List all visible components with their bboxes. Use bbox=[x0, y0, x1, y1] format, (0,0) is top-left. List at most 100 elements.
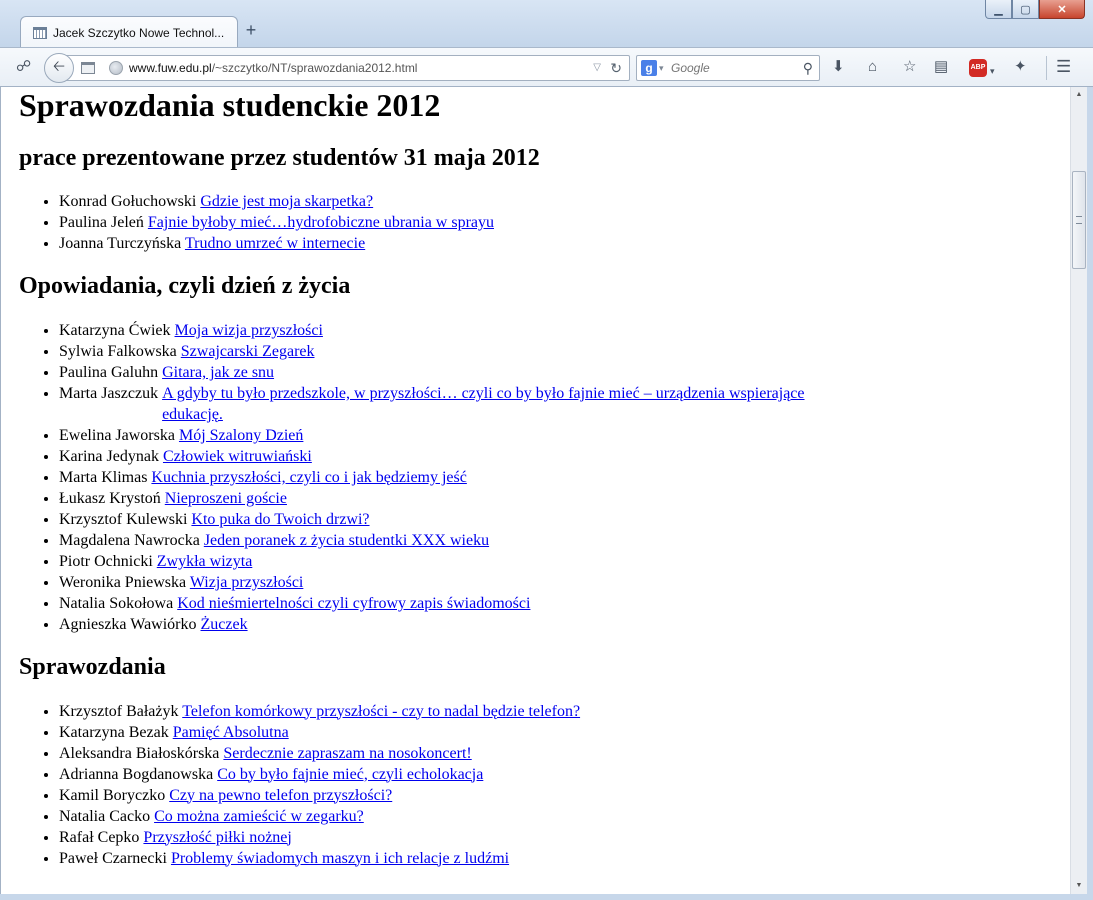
report-link[interactable]: Wizja przyszłości bbox=[190, 574, 304, 591]
report-link[interactable]: Żuczek bbox=[201, 616, 248, 633]
report-link[interactable]: Jeden poranek z życia studentki XXX wiek… bbox=[204, 532, 489, 549]
list-item: Sylwia Falkowska Szwajcarski Zegarek bbox=[59, 341, 1059, 362]
university-icon bbox=[33, 26, 47, 39]
report-link[interactable]: Moja wizja przyszłości bbox=[175, 322, 323, 339]
report-link[interactable]: Gdzie jest moja skarpetka? bbox=[200, 193, 373, 210]
list-item: Rafał Cepko Przyszłość piłki nożnej bbox=[59, 827, 1059, 848]
report-link[interactable]: Kto puka do Twoich drzwi? bbox=[191, 511, 369, 528]
scroll-thumb[interactable] bbox=[1072, 171, 1086, 269]
report-link[interactable]: Kod nieśmiertelności czyli cyfrowy zapis… bbox=[177, 595, 530, 612]
report-link[interactable]: Nieproszeni goście bbox=[165, 490, 287, 507]
home-icon[interactable]: ⌂ bbox=[868, 58, 877, 76]
student-name: Joanna Turczyńska bbox=[59, 235, 182, 253]
report-link[interactable]: Trudno umrzeć w internecie bbox=[185, 235, 365, 252]
report-link[interactable]: A gdyby tu było przedszkole, w przyszłoś… bbox=[162, 383, 812, 425]
url-bar[interactable]: www.fuw.edu.pl/~szczytko/NT/sprawozdania… bbox=[58, 55, 630, 81]
student-name: Natalia Sokołowa bbox=[59, 594, 174, 612]
url-host: www.fuw.edu.pl bbox=[129, 61, 212, 75]
sections: prace prezentowane przez studentów 31 ma… bbox=[19, 145, 1059, 869]
pocket-icon[interactable]: ✦ bbox=[1014, 58, 1027, 76]
report-list: Katarzyna Ćwiek Moja wizja przyszłości Sy… bbox=[19, 320, 1059, 635]
list-item: Kamil Boryczko Czy na pewno telefon przy… bbox=[59, 785, 1059, 806]
maximize-button[interactable]: ▢ bbox=[1012, 0, 1039, 19]
student-name: Agnieszka Wawiórko bbox=[59, 615, 197, 633]
list-item: Paulina Jeleń Fajnie byłoby mieć…hydrofo… bbox=[59, 212, 1059, 233]
report-link[interactable]: Co by było fajnie mieć, czyli echolokacj… bbox=[217, 766, 483, 783]
list-item: Łukasz Krystoń Nieproszeni goście bbox=[59, 488, 1059, 509]
student-name: Katarzyna Bezak bbox=[59, 723, 169, 741]
reading-list-icon[interactable]: ▤ bbox=[934, 58, 948, 76]
report-list: Konrad Gołuchowski Gdzie jest moja skarp… bbox=[19, 191, 1059, 254]
vertical-scrollbar[interactable]: ▲ ▼ bbox=[1070, 87, 1087, 894]
new-tab-button[interactable]: + bbox=[242, 20, 260, 41]
back-button[interactable]: 🡠 bbox=[44, 53, 74, 83]
list-item: Aleksandra Białoskórska Serdecznie zapra… bbox=[59, 743, 1059, 764]
student-name: Piotr Ochnicki bbox=[59, 552, 153, 570]
globe-icon[interactable] bbox=[109, 61, 123, 75]
url-text[interactable]: www.fuw.edu.pl/~szczytko/NT/sprawozdania… bbox=[129, 56, 417, 80]
student-name: Marta Jaszczuk bbox=[59, 384, 159, 402]
url-path: /~szczytko/NT/sprawozdania2012.html bbox=[211, 61, 418, 75]
report-link[interactable]: Szwajcarski Zegarek bbox=[181, 343, 315, 360]
download-icon[interactable]: ⬇ bbox=[832, 58, 845, 76]
page-viewport: Sprawozdania studenckie 2012 prace preze… bbox=[0, 87, 1070, 894]
report-link[interactable]: Telefon komórkowy przyszłości - czy to n… bbox=[182, 703, 580, 720]
section-heading: Sprawozdania bbox=[19, 653, 166, 680]
search-input[interactable] bbox=[671, 59, 791, 77]
list-item: Natalia Sokołowa Kod nieśmiertelności cz… bbox=[59, 593, 1059, 614]
adblock-icon[interactable]: ABP bbox=[969, 59, 987, 77]
minimize-button[interactable]: ▁ bbox=[985, 0, 1012, 19]
list-item: Karina Jedynak Człowiek witruwiański bbox=[59, 446, 1059, 467]
student-name: Karina Jedynak bbox=[59, 447, 159, 465]
student-name: Aleksandra Białoskórska bbox=[59, 744, 220, 762]
report-link[interactable]: Człowiek witruwiański bbox=[163, 448, 312, 465]
student-name: Magdalena Nawrocka bbox=[59, 531, 200, 549]
student-name: Adrianna Bogdanowska bbox=[59, 765, 214, 783]
search-icon[interactable]: ⚲ bbox=[803, 56, 813, 80]
reload-icon[interactable]: ↻ bbox=[610, 56, 622, 80]
page-content: Sprawozdania studenckie 2012 prace preze… bbox=[19, 87, 1059, 885]
list-item: Marta Jaszczuk A gdyby tu było przedszko… bbox=[59, 383, 1059, 425]
report-link[interactable]: Gitara, jak ze snu bbox=[162, 364, 274, 381]
section-heading: prace prezentowane przez studentów 31 ma… bbox=[19, 144, 540, 171]
google-icon[interactable]: g bbox=[641, 60, 657, 76]
chevron-down-icon[interactable]: ▾ bbox=[659, 56, 664, 80]
window-controls: ▁ ▢ ✕ bbox=[985, 0, 1085, 19]
report-link[interactable]: Problemy świadomych maszyn i ich relacje… bbox=[171, 850, 509, 867]
student-name: Natalia Cacko bbox=[59, 807, 151, 825]
student-name: Łukasz Krystoń bbox=[59, 489, 161, 507]
report-link[interactable]: Mój Szalony Dzień bbox=[179, 427, 303, 444]
section-heading: Opowiadania, czyli dzień z życia bbox=[19, 273, 351, 300]
social-icon[interactable]: ☍ bbox=[16, 58, 31, 76]
chevron-down-icon[interactable]: ▾ bbox=[990, 62, 995, 80]
list-item: Ewelina Jaworska Mój Szalony Dzień bbox=[59, 425, 1059, 446]
list-item: Paweł Czarnecki Problemy świadomych masz… bbox=[59, 848, 1059, 869]
report-link[interactable]: Kuchnia przyszłości, czyli co i jak będz… bbox=[151, 469, 466, 486]
history-icon[interactable] bbox=[81, 62, 95, 74]
title-bar: ▁ ▢ ✕ Jacek Szczytko Nowe Technol... + bbox=[0, 0, 1093, 48]
student-name: Katarzyna Ćwiek bbox=[59, 321, 171, 339]
report-link[interactable]: Co można zamieścić w zegarku? bbox=[154, 808, 364, 825]
student-name: Ewelina Jaworska bbox=[59, 426, 175, 444]
report-link[interactable]: Serdecznie zapraszam na nosokoncert! bbox=[223, 745, 471, 762]
report-link[interactable]: Fajnie byłoby mieć…hydrofobiczne ubrania… bbox=[148, 214, 494, 231]
list-item: Agnieszka Wawiórko Żuczek bbox=[59, 614, 1059, 635]
page-title: Sprawozdania studenckie 2012 bbox=[19, 87, 441, 123]
report-link[interactable]: Czy na pewno telefon przyszłości? bbox=[169, 787, 392, 804]
bookmark-star-icon[interactable]: ☆ bbox=[903, 58, 916, 76]
student-name: Krzysztof Kulewski bbox=[59, 510, 188, 528]
report-list: Krzysztof Bałażyk Telefon komórkowy przy… bbox=[19, 701, 1059, 869]
menu-icon[interactable]: ☰ bbox=[1056, 58, 1071, 76]
student-name: Marta Klimas bbox=[59, 468, 148, 486]
back-icon: 🡠 bbox=[52, 57, 66, 75]
report-link[interactable]: Zwykła wizyta bbox=[157, 553, 253, 570]
report-link[interactable]: Przyszłość piłki nożnej bbox=[143, 829, 291, 846]
student-name: Weronika Pniewska bbox=[59, 573, 187, 591]
grip-icon bbox=[1076, 216, 1082, 224]
report-link[interactable]: Pamięć Absolutna bbox=[173, 724, 289, 741]
chevron-down-icon[interactable]: ▽ bbox=[593, 56, 601, 80]
close-button[interactable]: ✕ bbox=[1039, 0, 1085, 19]
scroll-up-icon[interactable]: ▲ bbox=[1071, 87, 1087, 103]
tab-active[interactable]: Jacek Szczytko Nowe Technol... bbox=[20, 16, 238, 48]
scroll-down-icon[interactable]: ▼ bbox=[1071, 878, 1087, 894]
